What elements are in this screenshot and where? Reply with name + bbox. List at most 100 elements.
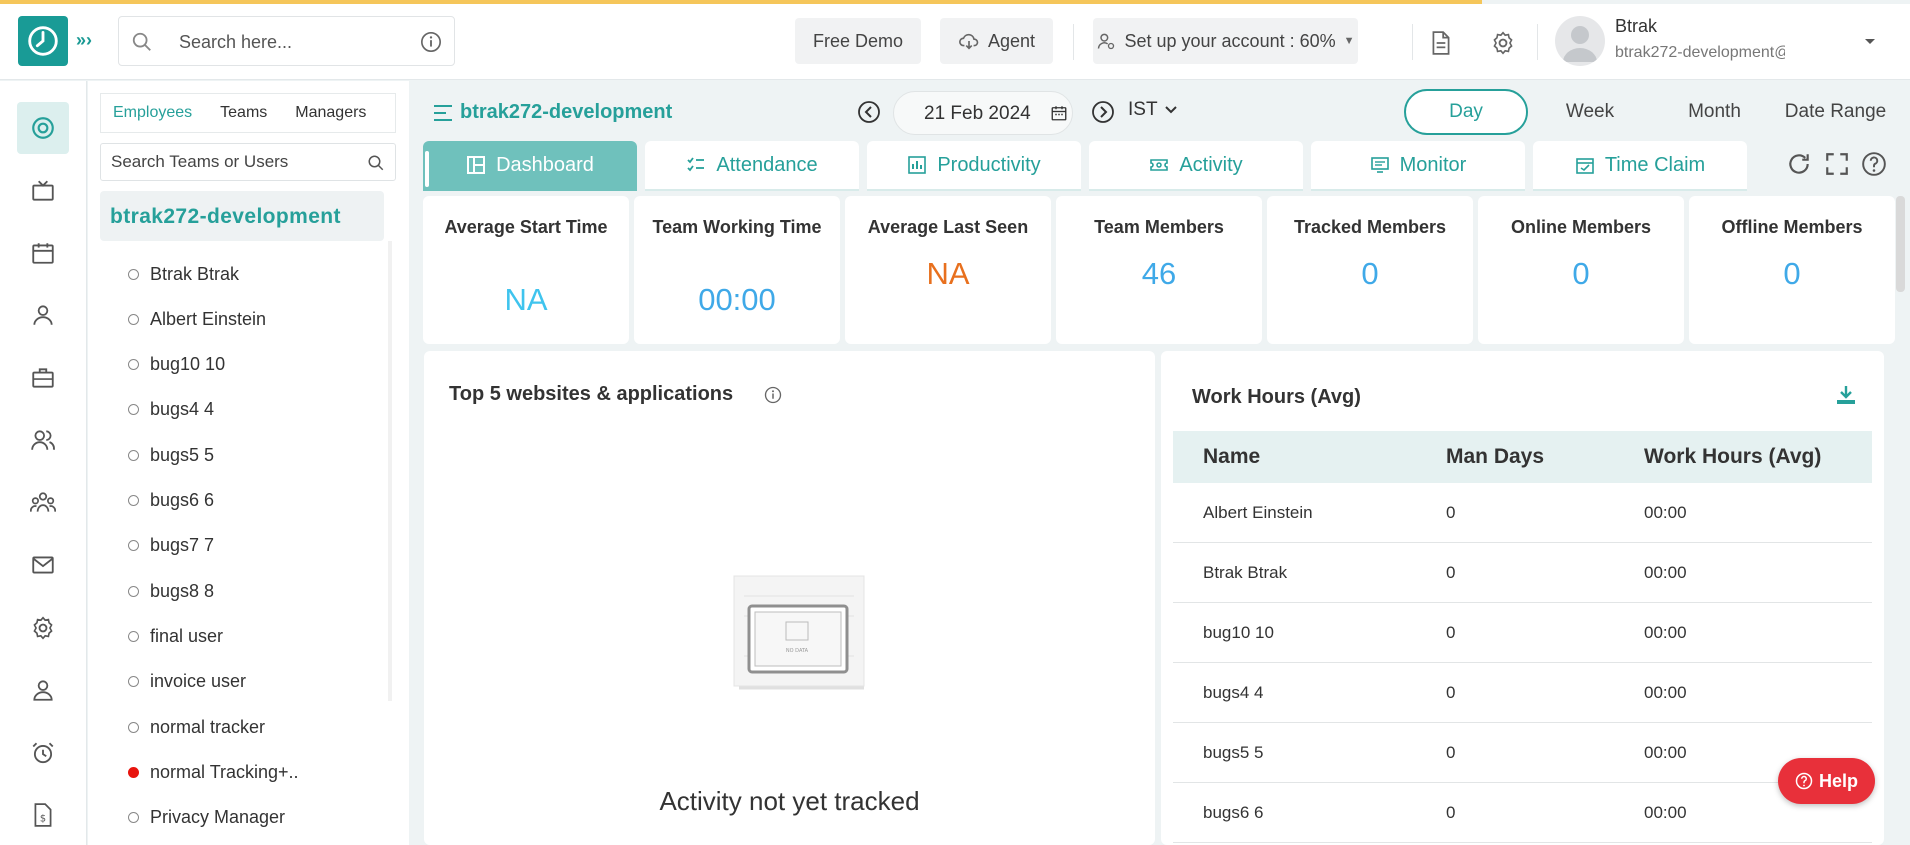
nav-settings[interactable] (17, 602, 69, 654)
column-header-name[interactable]: Name (1173, 445, 1446, 469)
nav-groups[interactable] (17, 477, 69, 529)
tab-monitor[interactable]: Monitor (1311, 141, 1525, 191)
agent-button[interactable]: Agent (940, 18, 1053, 64)
scrollbar[interactable] (388, 241, 392, 701)
tab-attendance[interactable]: Attendance (645, 141, 859, 191)
stat-average-last-seen: Average Last Seen NA (845, 196, 1051, 344)
tab-monitor-label: Monitor (1399, 153, 1467, 176)
top5-websites-card: Top 5 websites & applications NO DATA Ac… (424, 351, 1155, 845)
member-list-item[interactable]: bugs7 7 (128, 533, 214, 559)
status-dot-icon (128, 585, 139, 597)
search-input[interactable] (179, 30, 399, 54)
tab-managers[interactable]: Managers (283, 104, 378, 122)
scrollbar[interactable] (1896, 196, 1905, 292)
period-month[interactable]: Month (1652, 89, 1777, 135)
table-cell: 0 (1446, 682, 1456, 702)
card-title: Top 5 websites & applications (449, 383, 734, 405)
table-row[interactable]: bugs4 4 0 00:00 (1173, 663, 1872, 723)
tab-employees[interactable]: Employees (101, 104, 204, 122)
tab-productivity[interactable]: Productivity (867, 141, 1081, 191)
member-list-item[interactable]: invoice user (128, 669, 246, 695)
member-list-item[interactable]: bugs5 5 (128, 442, 214, 468)
agent-label: Agent (987, 30, 1036, 51)
member-list-item[interactable]: Privacy Manager (128, 805, 285, 831)
member-list-item[interactable]: bugs6 6 (128, 488, 214, 514)
svg-text:$: $ (40, 814, 46, 825)
tab-time-claim-label: Time Claim (1604, 153, 1706, 176)
status-dot-icon (128, 268, 139, 280)
table-cell: 0 (1446, 622, 1456, 642)
app-logo[interactable] (18, 16, 68, 66)
member-name: bug10 10 (150, 354, 226, 375)
timezone-select[interactable]: IST (1128, 99, 1178, 121)
table-row[interactable]: bug10 10 0 00:00 (1173, 603, 1872, 663)
nav-profile[interactable] (17, 289, 69, 341)
user-name[interactable]: Btrak (1615, 16, 1657, 37)
monitor-icon (1370, 157, 1389, 173)
member-list-item[interactable]: normal tracker (128, 714, 265, 740)
table-cell: Albert Einstein (1203, 502, 1313, 522)
expand-sidebar-button[interactable]: »› (72, 28, 96, 52)
column-header-work-hours[interactable]: Work Hours (Avg) (1644, 445, 1872, 469)
table-row[interactable]: bugs5 5 0 00:00 (1173, 723, 1872, 783)
table-row[interactable]: bugs6 6 0 00:00 (1173, 783, 1872, 843)
setup-account-dropdown[interactable]: Set up your account : 60% ▼ (1093, 18, 1358, 64)
member-list-item[interactable]: bug10 10 (128, 352, 225, 378)
period-week[interactable]: Week (1528, 89, 1652, 135)
date-picker[interactable]: 21 Feb 2024 (893, 91, 1073, 135)
member-list-item[interactable]: normal Tracking+.. (128, 759, 299, 785)
user-menu-caret-icon[interactable] (1863, 34, 1877, 48)
team-tabs: Employees Teams Managers (100, 93, 396, 133)
info-icon[interactable] (420, 31, 442, 53)
column-header-man-days[interactable]: Man Days (1446, 445, 1644, 469)
help-circle-icon[interactable] (1861, 151, 1887, 177)
table-row[interactable]: Albert Einstein 0 00:00 (1173, 483, 1872, 543)
nav-team[interactable] (17, 414, 69, 466)
nav-employee[interactable] (17, 664, 69, 716)
nav-billing[interactable]: $ (17, 789, 69, 841)
period-date-range[interactable]: Date Range (1777, 89, 1894, 135)
nav-messages[interactable] (17, 539, 69, 591)
nav-timechamp[interactable] (17, 102, 69, 154)
member-list-item[interactable]: Btrak Btrak (128, 261, 239, 287)
member-list-item[interactable]: Albert Einstein (128, 306, 266, 332)
period-day[interactable]: Day (1404, 89, 1528, 135)
fullscreen-icon[interactable] (1824, 151, 1850, 177)
member-list-item[interactable]: bugs4 4 (128, 397, 214, 423)
help-button[interactable]: Help (1778, 758, 1875, 804)
nav-alarm[interactable] (17, 727, 69, 779)
refresh-icon[interactable] (1786, 151, 1812, 177)
previous-date-icon[interactable] (857, 100, 881, 124)
free-demo-button[interactable]: Free Demo (795, 18, 921, 64)
nav-projects[interactable] (17, 352, 69, 404)
tab-dashboard[interactable]: Dashboard (423, 141, 637, 191)
stat-tracked-members: Tracked Members 0 (1267, 196, 1473, 344)
download-icon[interactable] (1834, 383, 1858, 407)
left-navigation-rail: $ (0, 81, 87, 845)
work-hours-card: Work Hours (Avg) Name Man Days Work Hour… (1161, 351, 1884, 845)
team-group-header[interactable]: btrak272-development (100, 191, 384, 241)
empty-state-text: Activity not yet tracked (659, 786, 920, 816)
member-list-item[interactable]: bugs8 8 (128, 578, 214, 604)
team-search-input[interactable] (111, 152, 351, 172)
stat-online-members: Online Members 0 (1478, 196, 1684, 344)
checklist-icon (687, 157, 705, 172)
tab-activity[interactable]: Activity (1089, 141, 1303, 191)
status-dot-icon (128, 404, 139, 416)
nav-live[interactable] (17, 165, 69, 217)
search-icon[interactable] (367, 154, 385, 172)
nav-calendar[interactable] (17, 227, 69, 279)
member-list-item[interactable]: final user (128, 623, 223, 649)
member-name: bugs8 8 (150, 580, 215, 601)
info-icon[interactable] (764, 386, 782, 404)
tab-teams[interactable]: Teams (208, 104, 279, 122)
caret-down-icon: ▼ (1343, 35, 1355, 47)
settings-gear-icon[interactable] (1490, 30, 1516, 56)
status-dot-icon (128, 313, 139, 325)
table-row[interactable]: Btrak Btrak 0 00:00 (1173, 543, 1872, 603)
tab-time-claim[interactable]: Time Claim (1533, 141, 1747, 191)
document-icon[interactable] (1428, 30, 1454, 56)
next-date-icon[interactable] (1091, 100, 1115, 124)
menu-lines-icon[interactable] (432, 102, 454, 124)
avatar[interactable] (1555, 16, 1605, 66)
